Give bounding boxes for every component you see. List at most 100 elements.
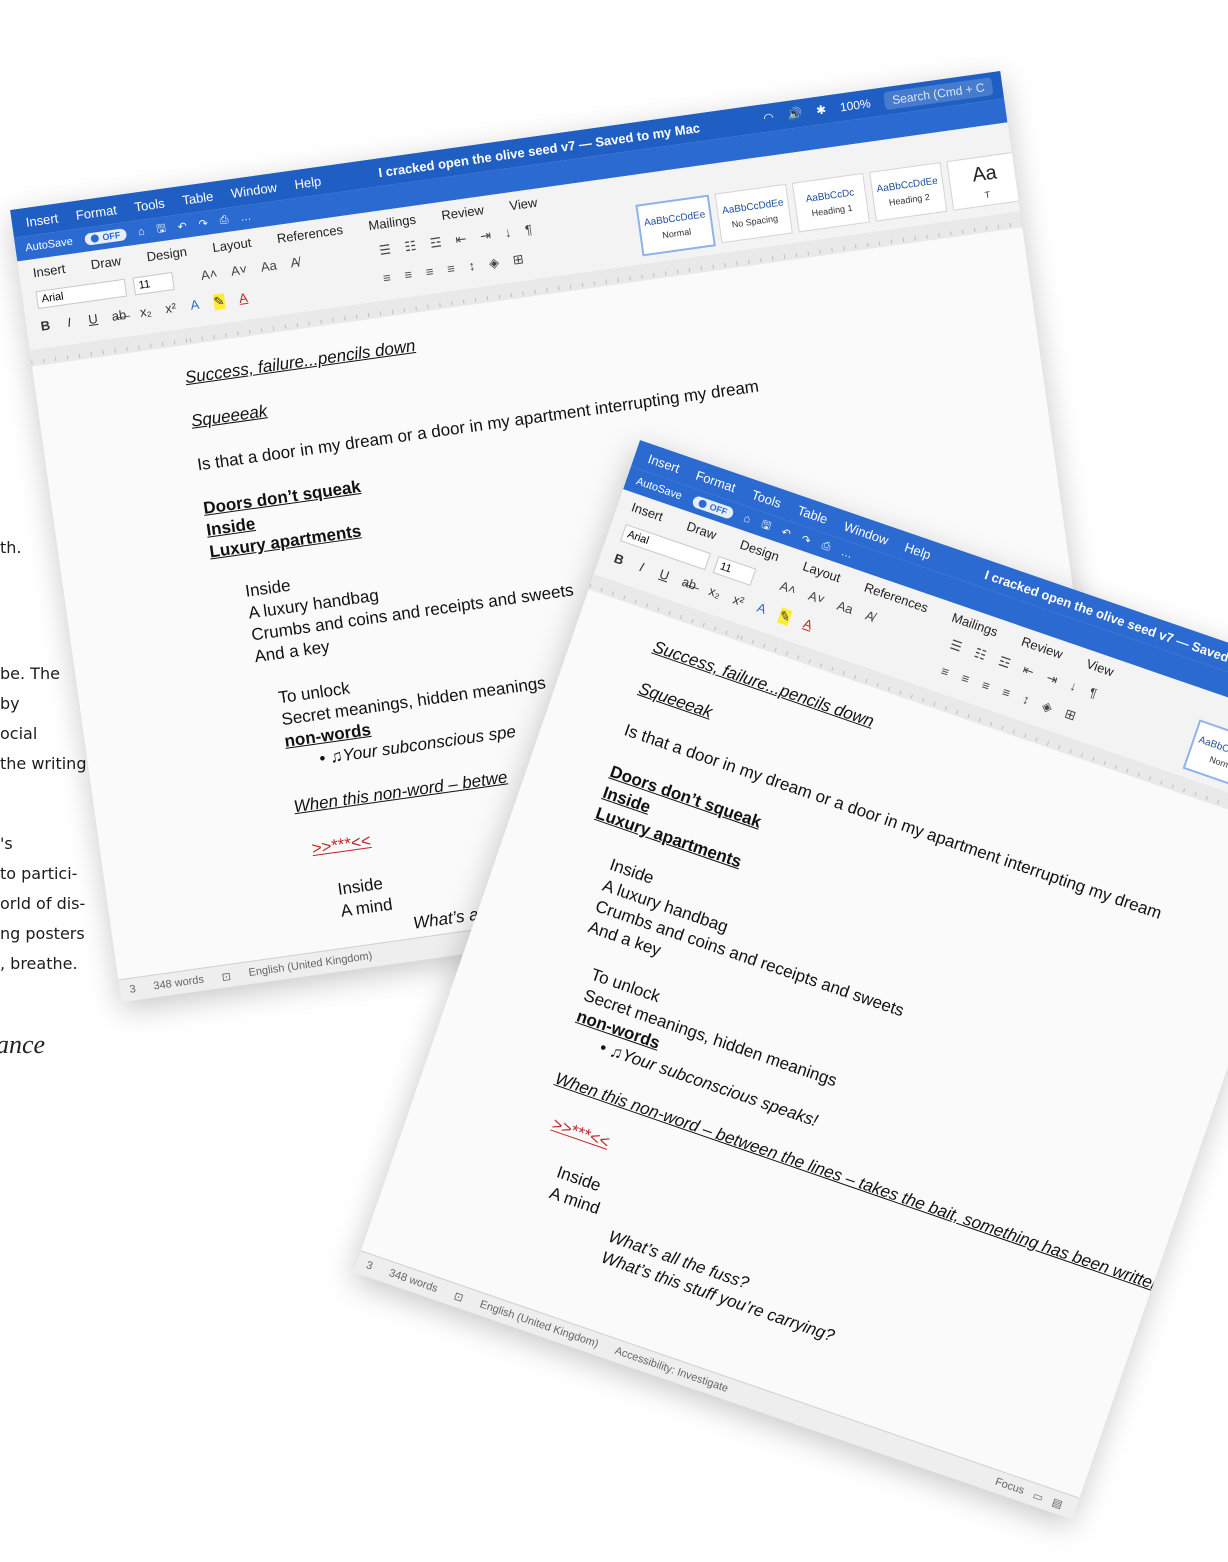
decrease-indent-icon[interactable]: ⇤ (454, 231, 467, 248)
font-color-icon[interactable]: A (237, 290, 249, 307)
grow-font-icon[interactable]: A˄ (200, 266, 218, 283)
more-icon[interactable]: … (840, 546, 854, 561)
strikethrough-button[interactable]: a̶b̶ (111, 307, 128, 325)
borders-icon[interactable]: ⊞ (1062, 706, 1078, 725)
italic-button[interactable]: I (63, 314, 75, 331)
justify-icon[interactable]: ≡ (1000, 684, 1012, 702)
tab-view[interactable]: View (1085, 656, 1116, 679)
change-case-icon[interactable]: Aa (835, 598, 855, 617)
style-heading-1[interactable]: AaBbCcDc Heading 1 (791, 172, 871, 233)
redo-icon[interactable]: ↷ (800, 532, 813, 547)
font-size-select[interactable]: 11 (712, 555, 757, 586)
word-count[interactable]: 348 words (153, 974, 205, 993)
sort-icon[interactable]: ↓ (504, 225, 513, 242)
tab-draw[interactable]: Draw (685, 518, 719, 542)
proofing-icon[interactable]: ⊡ (452, 1289, 465, 1304)
borders-icon[interactable]: ⊞ (512, 251, 525, 268)
align-center-icon[interactable]: ≡ (403, 267, 413, 284)
tab-insert[interactable]: Insert (32, 260, 66, 279)
more-icon[interactable]: … (240, 211, 253, 224)
bold-button[interactable]: B (612, 550, 627, 568)
align-right-icon[interactable]: ≡ (980, 677, 992, 695)
align-right-icon[interactable]: ≡ (425, 264, 435, 281)
superscript-button[interactable]: x² (731, 591, 746, 610)
tab-mailings[interactable]: Mailings (367, 211, 416, 232)
proofing-icon[interactable]: ⊡ (221, 969, 232, 983)
font-name-select[interactable]: Arial (35, 278, 128, 310)
pilcrow-icon[interactable]: ¶ (1087, 685, 1098, 702)
grow-font-icon[interactable]: A˄ (778, 578, 798, 597)
tab-view[interactable]: View (508, 194, 538, 213)
style-heading-2[interactable]: AaBbCcDdEe Heading 2 (869, 162, 948, 222)
undo-icon[interactable]: ↶ (177, 219, 188, 233)
shading-icon[interactable]: ◈ (1040, 698, 1054, 716)
sort-icon[interactable]: ↓ (1068, 678, 1079, 695)
align-left-icon[interactable]: ≡ (939, 663, 951, 681)
numbering-icon[interactable]: ☷ (972, 645, 988, 664)
menu-tools[interactable]: Tools (133, 195, 165, 214)
undo-icon[interactable]: ↶ (780, 525, 793, 540)
menu-tools[interactable]: Tools (750, 486, 784, 510)
text-effects-icon[interactable]: A (754, 600, 769, 618)
line-spacing-icon[interactable]: ↕ (468, 258, 477, 275)
tab-layout[interactable]: Layout (211, 234, 252, 254)
style-no-spacing[interactable]: AaBbCcDdEe No Spacing (714, 183, 793, 244)
save-icon[interactable]: 🖫 (758, 515, 773, 536)
bluetooth-icon[interactable]: ✱ (815, 102, 827, 117)
align-center-icon[interactable]: ≡ (959, 670, 971, 688)
menu-window[interactable]: Window (230, 179, 278, 200)
style-normal[interactable]: AaBbCcDdEe Normal (635, 194, 716, 257)
save-icon[interactable]: 🖫 (155, 219, 167, 239)
home-icon[interactable]: ⌂ (742, 512, 752, 526)
volume-icon[interactable]: 🔊 (787, 106, 804, 122)
numbering-icon[interactable]: ☷ (404, 238, 418, 255)
style-title[interactable]: Aa T (946, 151, 1025, 211)
tab-draw[interactable]: Draw (90, 253, 122, 272)
highlight-icon[interactable]: ✎ (776, 607, 793, 627)
line-spacing-icon[interactable]: ↕ (1020, 691, 1032, 708)
home-icon[interactable]: ⌂ (137, 226, 145, 239)
italic-button[interactable]: I (634, 558, 649, 576)
print-icon[interactable]: ⎙ (820, 539, 832, 554)
wifi-icon[interactable]: ◠ (762, 110, 774, 125)
menu-help[interactable]: Help (903, 539, 933, 562)
shading-icon[interactable]: ◈ (488, 255, 500, 272)
underline-button[interactable]: U (657, 566, 672, 584)
font-size-select[interactable]: 11 (132, 272, 175, 296)
pilcrow-icon[interactable]: ¶ (524, 222, 533, 239)
bullets-icon[interactable]: ☰ (948, 637, 964, 656)
menu-table[interactable]: Table (181, 188, 214, 207)
page-indicator[interactable]: 3 (365, 1259, 375, 1272)
change-case-icon[interactable]: Aa (260, 257, 278, 274)
tab-review[interactable]: Review (440, 202, 484, 223)
underline-button[interactable]: U (87, 311, 99, 328)
increase-indent-icon[interactable]: ⇥ (479, 227, 492, 244)
shrink-font-icon[interactable]: A˅ (230, 262, 248, 279)
menu-help[interactable]: Help (294, 173, 323, 192)
bold-button[interactable]: B (39, 318, 51, 335)
justify-icon[interactable]: ≡ (446, 261, 456, 278)
bullets-icon[interactable]: ☰ (378, 241, 392, 258)
increase-indent-icon[interactable]: ⇥ (1044, 670, 1059, 689)
strikethrough-button[interactable]: a̶b̶ (680, 574, 699, 594)
font-color-icon[interactable]: A (800, 615, 815, 633)
menu-format[interactable]: Format (75, 202, 118, 223)
decrease-indent-icon[interactable]: ⇤ (1021, 662, 1036, 681)
menu-table[interactable]: Table (796, 502, 830, 526)
autosave-toggle[interactable]: OFF (83, 228, 128, 246)
print-layout-icon[interactable]: ▭ (1031, 1488, 1045, 1504)
shrink-font-icon[interactable]: A˅ (807, 588, 827, 607)
tab-design[interactable]: Design (146, 243, 188, 263)
menu-insert[interactable]: Insert (646, 451, 682, 476)
multilevel-icon[interactable]: ☲ (429, 234, 443, 251)
align-left-icon[interactable]: ≡ (382, 270, 392, 287)
tab-references[interactable]: References (276, 221, 344, 245)
clear-format-icon[interactable]: A̸ (863, 607, 876, 624)
focus-button[interactable]: Focus (993, 1475, 1026, 1497)
subscript-button[interactable]: x₂ (139, 303, 153, 320)
clear-format-icon[interactable]: A̸ (289, 254, 300, 270)
highlight-icon[interactable]: ✎ (212, 293, 226, 311)
web-layout-icon[interactable]: ▤ (1050, 1495, 1064, 1511)
subscript-button[interactable]: x₂ (707, 583, 723, 602)
text-effects-icon[interactable]: A (189, 297, 201, 314)
